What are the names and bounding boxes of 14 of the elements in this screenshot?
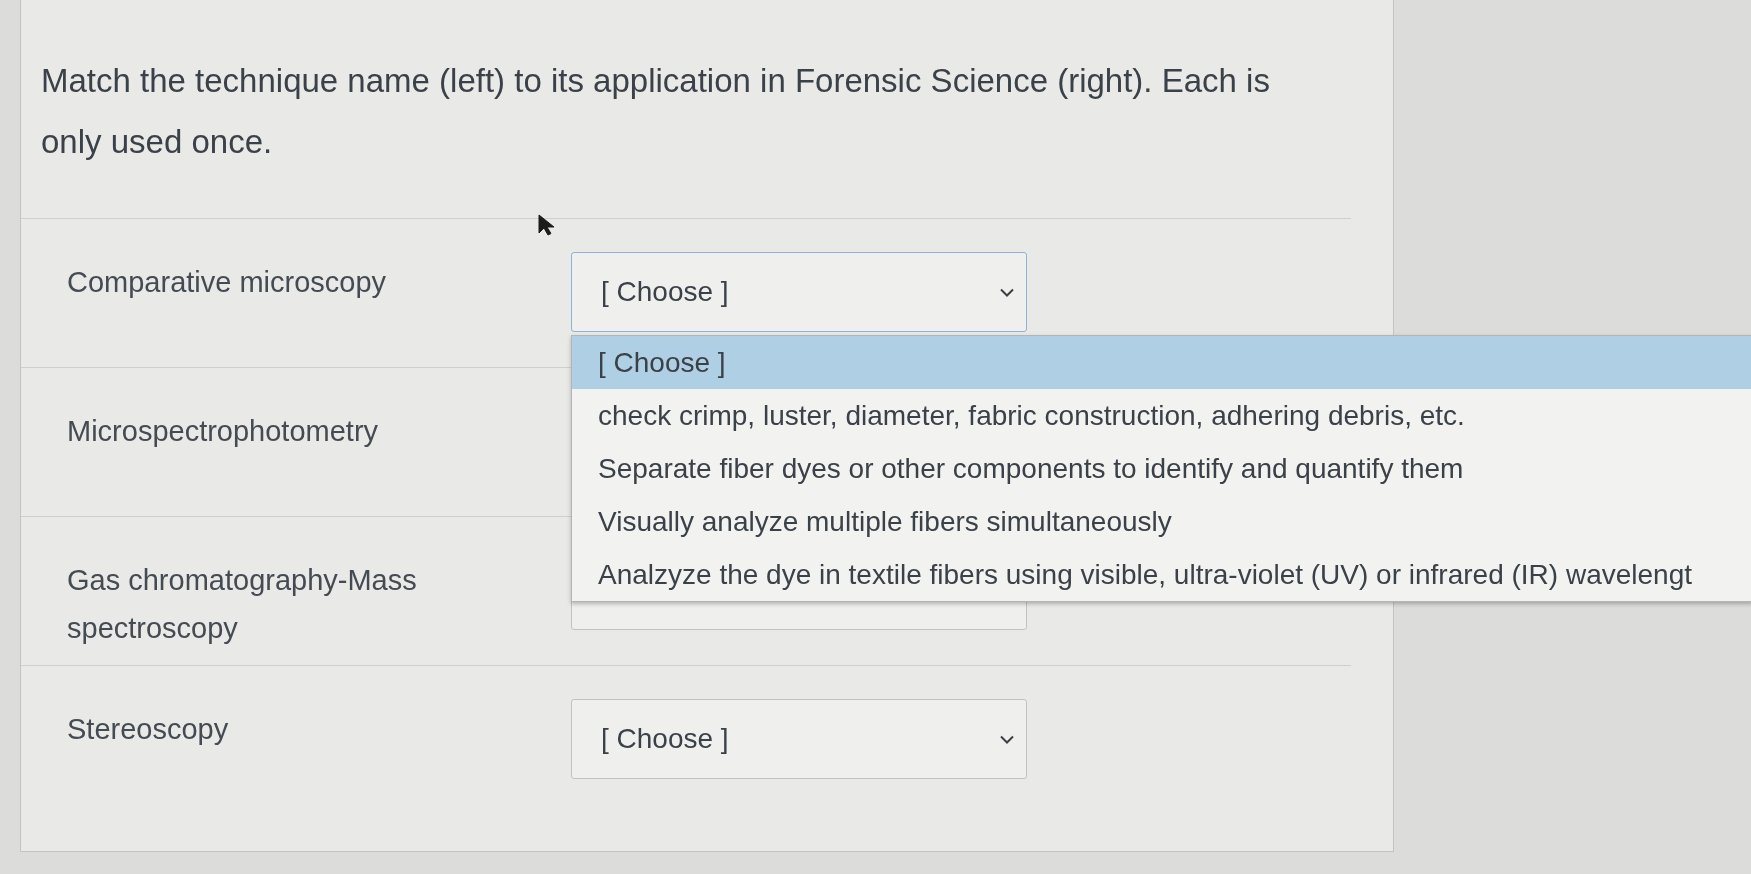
- chevron-down-icon: [1000, 287, 1014, 297]
- dropdown-option[interactable]: check crimp, luster, diameter, fabric construction, adhering debris, etc.: [572, 389, 1751, 442]
- technique-label: Comparative microscopy: [67, 265, 388, 300]
- dropdown-option[interactable]: Separate fiber dyes or other components to identify and quantify them: [572, 442, 1751, 495]
- technique-label: Microspectrophotometry: [67, 414, 380, 449]
- dropdown-select[interactable]: [ Choose ]: [571, 699, 1027, 779]
- dropdown-select[interactable]: [ Choose ]: [571, 252, 1027, 332]
- dropdown-option[interactable]: Analzyze the dye in textile fibers using visible, ultra-violet (UV) or infrared (IR) wavelengt: [572, 548, 1751, 601]
- dropdown-option[interactable]: Visually analyze multiple fibers simultaneously: [572, 495, 1751, 548]
- technique-label: Stereoscopy: [67, 712, 230, 747]
- question-text: Match the technique name (left) to its application in Forensic Science (right). Each is only used once.: [41, 61, 1271, 162]
- dropdown-option[interactable]: [ Choose ]: [572, 336, 1751, 389]
- chevron-down-icon: [1000, 734, 1014, 744]
- technique-label: Gas chromatography-Mass spectroscopy: [67, 563, 418, 646]
